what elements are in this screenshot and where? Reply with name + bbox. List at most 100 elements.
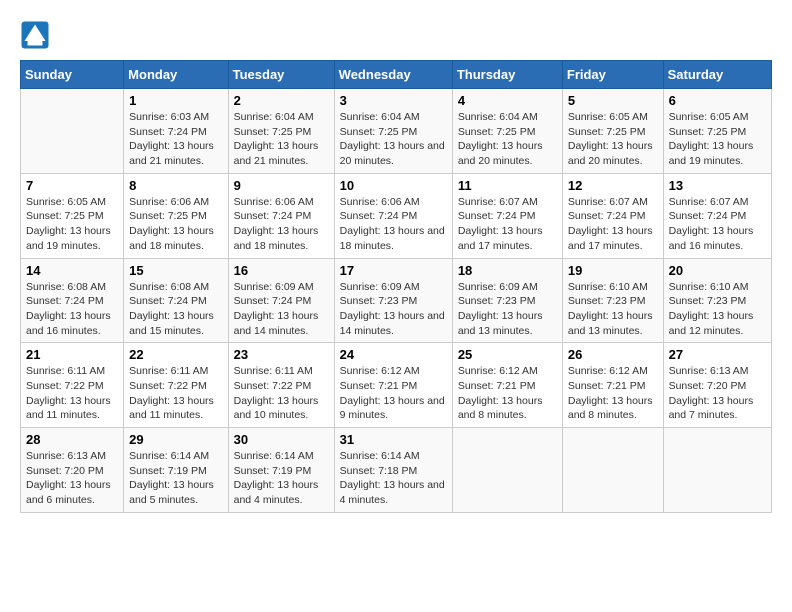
day-info: Sunrise: 6:07 AM Sunset: 7:24 PM Dayligh… [458, 195, 557, 254]
calendar-cell [452, 428, 562, 513]
day-info: Sunrise: 6:04 AM Sunset: 7:25 PM Dayligh… [458, 110, 557, 169]
sunset-text: Sunset: 7:24 PM [234, 295, 312, 307]
daylight-text: Daylight: 13 hours and 13 minutes. [458, 310, 543, 337]
day-number: 2 [234, 93, 329, 108]
sunset-text: Sunset: 7:25 PM [129, 210, 207, 222]
day-info: Sunrise: 6:13 AM Sunset: 7:20 PM Dayligh… [669, 364, 766, 423]
sunset-text: Sunset: 7:24 PM [26, 295, 104, 307]
day-info: Sunrise: 6:03 AM Sunset: 7:24 PM Dayligh… [129, 110, 222, 169]
calendar-cell: 20 Sunrise: 6:10 AM Sunset: 7:23 PM Dayl… [663, 258, 771, 343]
sunset-text: Sunset: 7:24 PM [340, 210, 418, 222]
sunset-text: Sunset: 7:20 PM [26, 465, 104, 477]
weekday-header: Monday [124, 61, 228, 89]
sunrise-text: Sunrise: 6:05 AM [568, 111, 648, 123]
calendar-table: SundayMondayTuesdayWednesdayThursdayFrid… [20, 60, 772, 513]
calendar-cell: 27 Sunrise: 6:13 AM Sunset: 7:20 PM Dayl… [663, 343, 771, 428]
day-info: Sunrise: 6:14 AM Sunset: 7:19 PM Dayligh… [234, 449, 329, 508]
sunset-text: Sunset: 7:24 PM [568, 210, 646, 222]
daylight-text: Daylight: 13 hours and 12 minutes. [669, 310, 754, 337]
sunset-text: Sunset: 7:19 PM [234, 465, 312, 477]
day-number: 4 [458, 93, 557, 108]
daylight-text: Daylight: 13 hours and 10 minutes. [234, 395, 319, 422]
day-number: 3 [340, 93, 447, 108]
day-info: Sunrise: 6:12 AM Sunset: 7:21 PM Dayligh… [458, 364, 557, 423]
day-info: Sunrise: 6:09 AM Sunset: 7:24 PM Dayligh… [234, 280, 329, 339]
day-info: Sunrise: 6:05 AM Sunset: 7:25 PM Dayligh… [26, 195, 118, 254]
daylight-text: Daylight: 13 hours and 8 minutes. [568, 395, 653, 422]
day-number: 10 [340, 178, 447, 193]
calendar-cell: 10 Sunrise: 6:06 AM Sunset: 7:24 PM Dayl… [334, 173, 452, 258]
calendar-cell: 9 Sunrise: 6:06 AM Sunset: 7:24 PM Dayli… [228, 173, 334, 258]
sunrise-text: Sunrise: 6:11 AM [234, 365, 313, 377]
calendar-cell: 22 Sunrise: 6:11 AM Sunset: 7:22 PM Dayl… [124, 343, 228, 428]
sunset-text: Sunset: 7:24 PM [669, 210, 747, 222]
day-number: 26 [568, 347, 658, 362]
sunrise-text: Sunrise: 6:11 AM [26, 365, 105, 377]
sunset-text: Sunset: 7:23 PM [669, 295, 747, 307]
sunrise-text: Sunrise: 6:06 AM [340, 196, 420, 208]
calendar-week-row: 7 Sunrise: 6:05 AM Sunset: 7:25 PM Dayli… [21, 173, 772, 258]
sunrise-text: Sunrise: 6:05 AM [26, 196, 106, 208]
sunset-text: Sunset: 7:21 PM [568, 380, 646, 392]
sunrise-text: Sunrise: 6:10 AM [669, 281, 749, 293]
page-header [20, 20, 772, 50]
sunset-text: Sunset: 7:22 PM [129, 380, 207, 392]
header-row: SundayMondayTuesdayWednesdayThursdayFrid… [21, 61, 772, 89]
day-info: Sunrise: 6:14 AM Sunset: 7:19 PM Dayligh… [129, 449, 222, 508]
day-info: Sunrise: 6:11 AM Sunset: 7:22 PM Dayligh… [129, 364, 222, 423]
calendar-week-row: 14 Sunrise: 6:08 AM Sunset: 7:24 PM Dayl… [21, 258, 772, 343]
sunset-text: Sunset: 7:23 PM [458, 295, 536, 307]
daylight-text: Daylight: 13 hours and 8 minutes. [458, 395, 543, 422]
calendar-cell: 5 Sunrise: 6:05 AM Sunset: 7:25 PM Dayli… [562, 89, 663, 174]
weekday-header: Wednesday [334, 61, 452, 89]
sunrise-text: Sunrise: 6:11 AM [129, 365, 208, 377]
sunrise-text: Sunrise: 6:12 AM [568, 365, 648, 377]
day-info: Sunrise: 6:06 AM Sunset: 7:24 PM Dayligh… [340, 195, 447, 254]
sunrise-text: Sunrise: 6:07 AM [669, 196, 749, 208]
sunset-text: Sunset: 7:19 PM [129, 465, 207, 477]
calendar-cell: 8 Sunrise: 6:06 AM Sunset: 7:25 PM Dayli… [124, 173, 228, 258]
calendar-cell: 3 Sunrise: 6:04 AM Sunset: 7:25 PM Dayli… [334, 89, 452, 174]
day-info: Sunrise: 6:12 AM Sunset: 7:21 PM Dayligh… [340, 364, 447, 423]
daylight-text: Daylight: 13 hours and 6 minutes. [26, 479, 111, 506]
day-number: 19 [568, 263, 658, 278]
day-number: 23 [234, 347, 329, 362]
day-number: 5 [568, 93, 658, 108]
sunrise-text: Sunrise: 6:08 AM [129, 281, 209, 293]
sunset-text: Sunset: 7:23 PM [568, 295, 646, 307]
day-info: Sunrise: 6:10 AM Sunset: 7:23 PM Dayligh… [669, 280, 766, 339]
daylight-text: Daylight: 13 hours and 19 minutes. [26, 225, 111, 252]
day-info: Sunrise: 6:11 AM Sunset: 7:22 PM Dayligh… [234, 364, 329, 423]
sunrise-text: Sunrise: 6:04 AM [340, 111, 420, 123]
sunrise-text: Sunrise: 6:10 AM [568, 281, 648, 293]
calendar-cell: 29 Sunrise: 6:14 AM Sunset: 7:19 PM Dayl… [124, 428, 228, 513]
day-info: Sunrise: 6:10 AM Sunset: 7:23 PM Dayligh… [568, 280, 658, 339]
sunrise-text: Sunrise: 6:08 AM [26, 281, 106, 293]
calendar-cell: 16 Sunrise: 6:09 AM Sunset: 7:24 PM Dayl… [228, 258, 334, 343]
daylight-text: Daylight: 13 hours and 11 minutes. [129, 395, 214, 422]
daylight-text: Daylight: 13 hours and 14 minutes. [340, 310, 445, 337]
calendar-week-row: 1 Sunrise: 6:03 AM Sunset: 7:24 PM Dayli… [21, 89, 772, 174]
day-info: Sunrise: 6:04 AM Sunset: 7:25 PM Dayligh… [234, 110, 329, 169]
calendar-cell [663, 428, 771, 513]
sunset-text: Sunset: 7:24 PM [234, 210, 312, 222]
sunrise-text: Sunrise: 6:13 AM [669, 365, 749, 377]
daylight-text: Daylight: 13 hours and 7 minutes. [669, 395, 754, 422]
daylight-text: Daylight: 13 hours and 20 minutes. [340, 140, 445, 167]
day-info: Sunrise: 6:04 AM Sunset: 7:25 PM Dayligh… [340, 110, 447, 169]
day-number: 22 [129, 347, 222, 362]
day-info: Sunrise: 6:14 AM Sunset: 7:18 PM Dayligh… [340, 449, 447, 508]
calendar-week-row: 21 Sunrise: 6:11 AM Sunset: 7:22 PM Dayl… [21, 343, 772, 428]
daylight-text: Daylight: 13 hours and 18 minutes. [340, 225, 445, 252]
calendar-cell: 28 Sunrise: 6:13 AM Sunset: 7:20 PM Dayl… [21, 428, 124, 513]
day-number: 25 [458, 347, 557, 362]
day-info: Sunrise: 6:11 AM Sunset: 7:22 PM Dayligh… [26, 364, 118, 423]
day-number: 29 [129, 432, 222, 447]
logo-icon [20, 20, 50, 50]
calendar-cell: 4 Sunrise: 6:04 AM Sunset: 7:25 PM Dayli… [452, 89, 562, 174]
calendar-cell: 6 Sunrise: 6:05 AM Sunset: 7:25 PM Dayli… [663, 89, 771, 174]
sunrise-text: Sunrise: 6:04 AM [234, 111, 314, 123]
daylight-text: Daylight: 13 hours and 4 minutes. [234, 479, 319, 506]
day-number: 28 [26, 432, 118, 447]
sunset-text: Sunset: 7:18 PM [340, 465, 418, 477]
